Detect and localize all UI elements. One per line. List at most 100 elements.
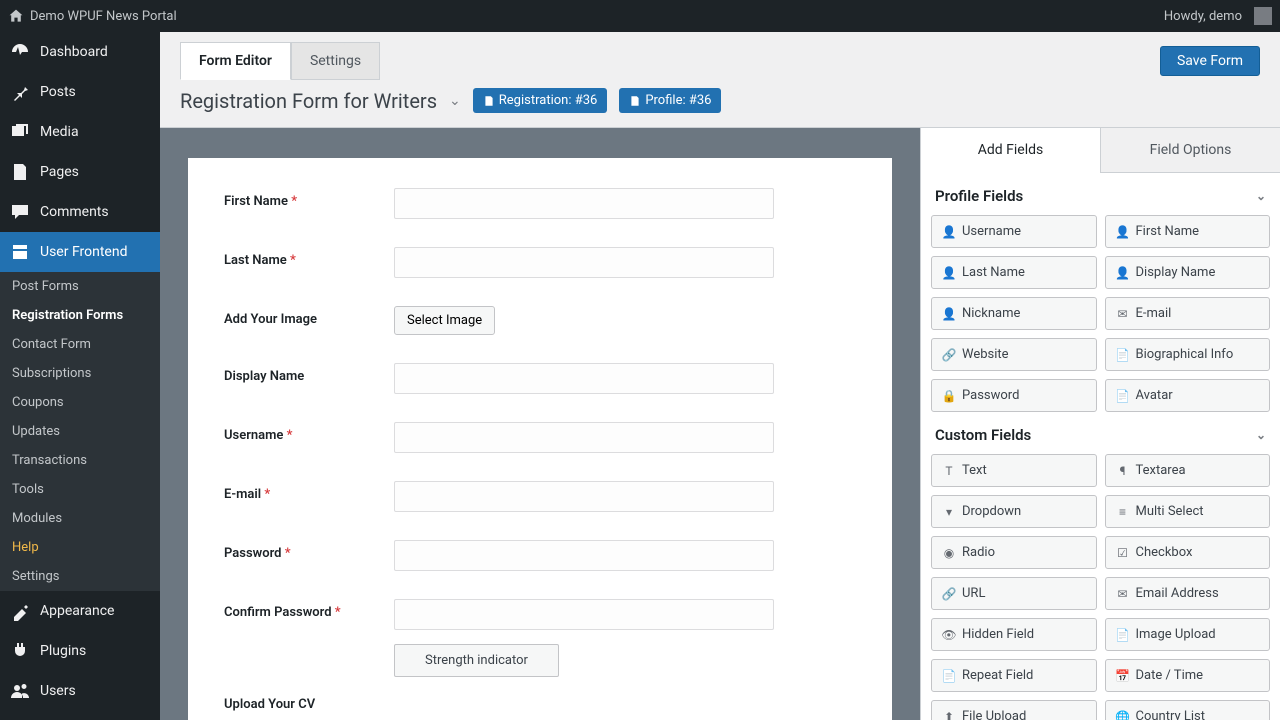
sidebar-item-appearance[interactable]: Appearance — [0, 591, 160, 631]
profile-pill[interactable]: Profile: #36 — [619, 88, 721, 113]
chevron-down-icon: ⌄ — [1256, 189, 1266, 203]
field-btn-radio[interactable]: ◉Radio — [931, 536, 1097, 569]
submenu-item-post-forms[interactable]: Post Forms — [0, 272, 160, 301]
globe-icon: 🌐 — [1116, 710, 1130, 720]
user-icon: 👤 — [942, 266, 956, 280]
field-label: Username * — [224, 422, 394, 443]
field-btn-repeat-field[interactable]: 📄Repeat Field — [931, 659, 1097, 692]
password-input[interactable] — [394, 540, 774, 571]
sidebar-item-comments[interactable]: Comments — [0, 192, 160, 232]
avatar[interactable] — [1254, 7, 1272, 25]
submenu-item-help[interactable]: Help — [0, 533, 160, 562]
field-btn-image-upload[interactable]: 📄Image Upload — [1105, 618, 1271, 651]
field-btn-url[interactable]: 🔗URL — [931, 577, 1097, 610]
field-btn-username[interactable]: 👤Username — [931, 215, 1097, 248]
username-input[interactable] — [394, 422, 774, 453]
submenu-item-coupons[interactable]: Coupons — [0, 388, 160, 417]
user-icon: 👤 — [1116, 225, 1130, 239]
submenu-item-modules[interactable]: Modules — [0, 504, 160, 533]
field-btn-textarea[interactable]: ¶Textarea — [1105, 454, 1271, 487]
field-btn-last-name[interactable]: 👤Last Name — [931, 256, 1097, 289]
form-field-password[interactable]: Password * — [224, 540, 856, 571]
link-icon: 🔗 — [942, 348, 956, 362]
field-btn-password[interactable]: 🔒Password — [931, 379, 1097, 412]
field-btn-avatar[interactable]: 📄Avatar — [1105, 379, 1271, 412]
sidebar-item-posts[interactable]: Posts — [0, 72, 160, 112]
first-name-input[interactable] — [394, 188, 774, 219]
link-icon: 🔗 — [942, 587, 956, 601]
field-btn-date-time[interactable]: 📅Date / Time — [1105, 659, 1271, 692]
section-header-custom-fields[interactable]: Custom Fields⌄ — [931, 412, 1270, 454]
submenu-item-tools[interactable]: Tools — [0, 475, 160, 504]
users-icon — [10, 681, 30, 701]
field-btn-country-list[interactable]: 🌐Country List — [1105, 700, 1271, 720]
field-btn-hidden-field[interactable]: 👁Hidden Field — [931, 618, 1097, 651]
site-title[interactable]: Demo WPUF News Portal — [30, 9, 177, 24]
tab-field-options[interactable]: Field Options — [1100, 128, 1280, 173]
display-name-input[interactable] — [394, 363, 774, 394]
field-btn-checkbox[interactable]: ☑Checkbox — [1105, 536, 1271, 569]
media-icon — [10, 122, 30, 142]
form-field-upload-your-cv[interactable]: Upload Your CV — [224, 691, 856, 712]
para-icon: ¶ — [1116, 464, 1130, 478]
form-canvas[interactable]: First Name * Last Name * Add Your ImageSel… — [160, 128, 920, 720]
form-field-first-name[interactable]: First Name * — [224, 188, 856, 219]
user-icon: 👤 — [1116, 266, 1130, 280]
submenu-item-settings[interactable]: Settings — [0, 562, 160, 591]
form-field-username[interactable]: Username * — [224, 422, 856, 453]
sidebar-item-users[interactable]: Users — [0, 671, 160, 711]
chevron-down-icon[interactable]: ⌄ — [449, 93, 461, 109]
registration-pill[interactable]: Registration: #36 — [473, 88, 608, 113]
cal-icon: 📅 — [1116, 669, 1130, 683]
last-name-input[interactable] — [394, 247, 774, 278]
submenu-item-updates[interactable]: Updates — [0, 417, 160, 446]
form-field-add-your-image[interactable]: Add Your ImageSelect Image — [224, 306, 856, 335]
tab-form-editor[interactable]: Form Editor — [180, 42, 291, 80]
submenu-item-transactions[interactable]: Transactions — [0, 446, 160, 475]
appearance-icon — [10, 601, 30, 621]
admin-bar: Demo WPUF News Portal Howdy, demo — [0, 0, 1280, 32]
section-header-profile-fields[interactable]: Profile Fields⌄ — [931, 173, 1270, 215]
field-label: Upload Your CV — [224, 691, 394, 712]
greeting[interactable]: Howdy, demo — [1164, 9, 1242, 24]
e-mail-input[interactable] — [394, 481, 774, 512]
caret-icon: ▾ — [942, 505, 956, 519]
sidebar-item-media[interactable]: Media — [0, 112, 160, 152]
field-label: Add Your Image — [224, 306, 394, 327]
mail-icon: ✉ — [1116, 307, 1130, 321]
select-image-button[interactable]: Select Image — [394, 306, 495, 335]
field-btn-email-address[interactable]: ✉Email Address — [1105, 577, 1271, 610]
sidebar-item-plugins[interactable]: Plugins — [0, 631, 160, 671]
form-field-confirm-password[interactable]: Confirm Password *Strength indicator — [224, 599, 856, 677]
field-btn-website[interactable]: 🔗Website — [931, 338, 1097, 371]
submenu-item-contact-form[interactable]: Contact Form — [0, 330, 160, 359]
field-btn-text[interactable]: TText — [931, 454, 1097, 487]
field-label: Display Name — [224, 363, 394, 384]
sidebar-item-dashboard[interactable]: Dashboard — [0, 32, 160, 72]
field-btn-biographical-info[interactable]: 📄Biographical Info — [1105, 338, 1271, 371]
sidebar-item-tools[interactable]: Tools — [0, 711, 160, 720]
field-btn-nickname[interactable]: 👤Nickname — [931, 297, 1097, 330]
field-btn-first-name[interactable]: 👤First Name — [1105, 215, 1271, 248]
tab-add-fields[interactable]: Add Fields — [921, 128, 1100, 173]
field-btn-multi-select[interactable]: ≡Multi Select — [1105, 495, 1271, 528]
form-field-last-name[interactable]: Last Name * — [224, 247, 856, 278]
field-btn-display-name[interactable]: 👤Display Name — [1105, 256, 1271, 289]
doc-icon: 📄 — [1116, 628, 1130, 642]
field-btn-file-upload[interactable]: ⬆File Upload — [931, 700, 1097, 720]
submenu-item-registration-forms[interactable]: Registration Forms — [0, 301, 160, 330]
save-form-button[interactable]: Save Form — [1160, 46, 1260, 76]
frontend-icon — [10, 242, 30, 262]
tab-settings[interactable]: Settings — [291, 42, 380, 80]
sidebar-item-pages[interactable]: Pages — [0, 152, 160, 192]
form-field-display-name[interactable]: Display Name — [224, 363, 856, 394]
doc-icon: 📄 — [1116, 389, 1130, 403]
sidebar-item-user-frontend[interactable]: User Frontend — [0, 232, 160, 272]
field-label: First Name * — [224, 188, 394, 209]
field-btn-e-mail[interactable]: ✉E-mail — [1105, 297, 1271, 330]
submenu-item-subscriptions[interactable]: Subscriptions — [0, 359, 160, 388]
field-btn-dropdown[interactable]: ▾Dropdown — [931, 495, 1097, 528]
form-field-e-mail[interactable]: E-mail * — [224, 481, 856, 512]
eye-icon: 👁 — [942, 628, 956, 642]
confirm-password-input[interactable] — [394, 599, 774, 630]
